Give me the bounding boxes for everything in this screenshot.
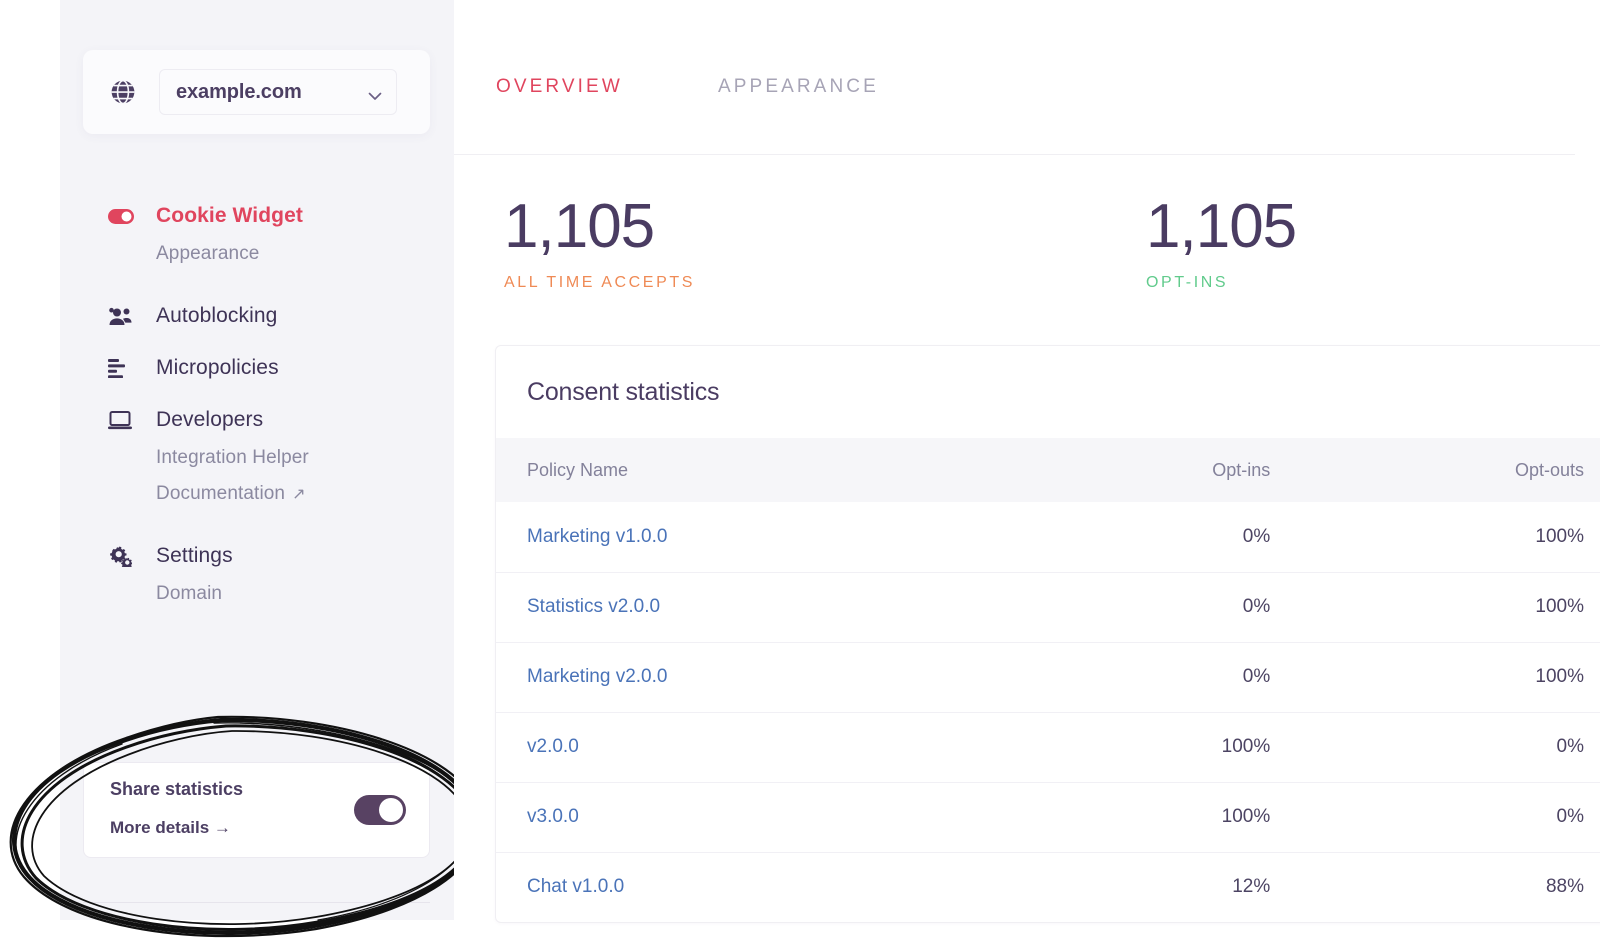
opt-outs-value: 100% (1535, 525, 1584, 547)
sidebar-subitem-label: Integration Helper (156, 447, 309, 468)
table-row: Chat v1.0.0 12% 88% (496, 852, 1600, 922)
opt-outs-value: 88% (1545, 876, 1584, 898)
tab-overview[interactable]: OVERVIEW (496, 76, 623, 98)
opt-outs-value: 0% (1556, 736, 1584, 757)
table-body: Marketing v1.0.0 0% 100% Statistics v2.0… (496, 502, 1600, 922)
opt-ins-value: 0% (1242, 525, 1271, 547)
sidebar-subitem-label: Documentation (156, 483, 286, 504)
sidebar-item-label: Settings (156, 544, 233, 567)
globe-icon (110, 79, 136, 105)
gears-icon (108, 545, 134, 567)
column-header-policy-name: Policy Name (527, 459, 629, 480)
tab-bar: OVERVIEW APPEARANCE (454, 0, 1575, 155)
sidebar-subitem-integration-helper[interactable]: Integration Helper (60, 440, 454, 476)
column-header-opt-outs: Opt-outs (1514, 459, 1584, 480)
opt-ins-value: 100% (1221, 806, 1271, 827)
app-window: example.com Cookie Widget Appearance Aut… (0, 0, 1600, 948)
table-row: Statistics v2.0.0 0% 100% (496, 572, 1600, 642)
sidebar-item-label: Autoblocking (156, 304, 278, 327)
toggle-icon (108, 205, 134, 227)
stat-all-time-accepts: 1,105 ALL TIME ACCEPTS (504, 196, 695, 292)
policy-name-link[interactable]: Statistics v2.0.0 (496, 572, 988, 642)
sidebar-item-autoblocking[interactable]: Autoblocking (60, 296, 454, 336)
main-content: OVERVIEW APPEARANCE 1,105 ALL TIME ACCEP… (454, 0, 1600, 948)
opt-outs-value: 100% (1535, 596, 1584, 617)
stat-label: OPT-INS (1146, 274, 1229, 291)
opt-ins-value: 100% (1221, 736, 1271, 757)
column-header-opt-ins: Opt-ins (1212, 459, 1271, 480)
policy-name-link[interactable]: Marketing v1.0.0 (496, 502, 988, 572)
share-statistics-card: Share statistics More details → (83, 762, 430, 858)
sidebar-item-cookie-widget[interactable]: Cookie Widget (60, 196, 454, 236)
chevron-down-icon (368, 88, 382, 100)
policy-name-link[interactable]: v3.0.0 (496, 782, 988, 852)
stat-value: 1,105 (504, 192, 655, 261)
sidebar-item-developers[interactable]: Developers (60, 400, 454, 440)
tab-appearance[interactable]: APPEARANCE (718, 76, 879, 98)
sidebar-item-settings[interactable]: Settings (60, 536, 454, 576)
sidebar-nav: Cookie Widget Appearance Autoblocking Mi… (60, 196, 454, 612)
sidebar-subitem-domain[interactable]: Domain (60, 576, 454, 612)
opt-ins-value: 0% (1242, 596, 1271, 617)
sidebar-subitem-documentation[interactable]: Documentation ↗ (60, 476, 454, 512)
stats-row: 1,105 ALL TIME ACCEPTS 1,105 OPT-INS (454, 196, 1575, 316)
table-row: v3.0.0 100% 0% (496, 782, 1600, 852)
users-icon (108, 305, 134, 327)
policy-name-link[interactable]: v2.0.0 (496, 712, 988, 782)
sidebar-item-label: Micropolicies (156, 356, 279, 379)
table-head: Policy Name Opt-ins Opt-outs (496, 438, 1600, 502)
opt-outs-value: 100% (1535, 666, 1584, 687)
share-statistics-title: Share statistics (110, 779, 244, 799)
sidebar-item-label: Developers (156, 408, 264, 431)
sidebar: example.com Cookie Widget Appearance Aut… (60, 0, 454, 920)
sidebar-subitem-label: Appearance (156, 243, 260, 264)
table-row: Marketing v2.0.0 0% 100% (496, 642, 1600, 712)
opt-outs-value: 0% (1556, 806, 1584, 827)
panel-title: Consent statistics (527, 377, 720, 406)
domain-select[interactable]: example.com (159, 69, 397, 115)
domain-selector-card: example.com (83, 50, 430, 134)
sidebar-item-micropolicies[interactable]: Micropolicies (60, 348, 454, 388)
list-icon (108, 357, 134, 379)
table-header-row: Policy Name Opt-ins Opt-outs (496, 438, 1600, 502)
sidebar-subitem-label: Domain (156, 583, 223, 604)
toggle-knob (379, 798, 403, 822)
opt-ins-value: 0% (1242, 666, 1271, 687)
more-details-link[interactable]: More details → (110, 818, 231, 838)
policy-name-link[interactable]: Marketing v2.0.0 (496, 642, 988, 712)
table-row: Marketing v1.0.0 0% 100% (496, 502, 1600, 572)
stat-label: ALL TIME ACCEPTS (504, 274, 695, 291)
sidebar-item-label: Cookie Widget (156, 204, 303, 227)
table-row: v2.0.0 100% 0% (496, 712, 1600, 782)
stat-opt-ins: 1,105 OPT-INS (1146, 192, 1297, 292)
stat-value: 1,105 (1146, 192, 1297, 261)
policy-name-link[interactable]: Chat v1.0.0 (496, 852, 988, 922)
external-link-icon: ↗ (292, 486, 306, 503)
sidebar-subitem-appearance[interactable]: Appearance (60, 236, 454, 272)
domain-value: example.com (176, 80, 302, 103)
laptop-icon (108, 409, 134, 431)
consent-statistics-panel: Consent statistics Policy Name Opt-ins O… (495, 345, 1600, 923)
opt-ins-value: 12% (1232, 876, 1271, 898)
consent-statistics-table: Policy Name Opt-ins Opt-outs Marketing v… (496, 438, 1600, 922)
sidebar-divider (83, 902, 430, 903)
share-statistics-toggle[interactable] (354, 795, 406, 825)
